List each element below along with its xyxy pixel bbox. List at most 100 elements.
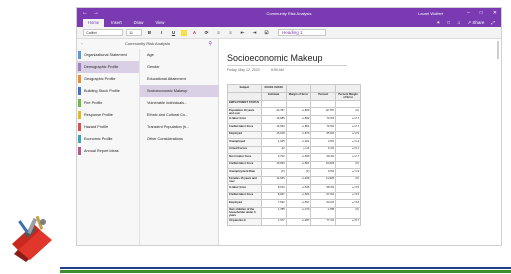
underline-button[interactable]: U [169, 30, 178, 35]
table-cell[interactable]: 70.6% [310, 115, 337, 124]
notebook-name[interactable]: Community Risk Analysis [77, 41, 218, 46]
table-cell[interactable]: +/-557 [285, 199, 312, 208]
tab-draw[interactable]: Draw [129, 19, 149, 27]
bold-button[interactable]: B [145, 30, 154, 35]
table-cell[interactable]: +/-287 [285, 217, 312, 227]
table-header-cell[interactable]: Margin of Error [285, 91, 312, 101]
page-item[interactable]: Socioeconomic Makeup [140, 85, 219, 97]
table-cell[interactable]: Employed [227, 130, 262, 140]
table-cell[interactable]: EMPLOYMENT STATUS [227, 99, 262, 109]
table-cell[interactable]: Not in labor force [227, 153, 262, 162]
maximize-icon[interactable]: □ [480, 10, 483, 16]
table-cell[interactable]: 6.5% [310, 168, 337, 177]
table-cell[interactable] [310, 99, 337, 109]
table-cell[interactable]: +/-370 [285, 206, 312, 219]
table-cell[interactable] [260, 99, 287, 109]
data-table[interactable]: Subject XXXXX XXXXX Estimate Margin of Erro… [227, 84, 361, 227]
page-item[interactable]: Other Considerations [140, 133, 219, 145]
table-cell[interactable]: +/-564 [285, 191, 312, 201]
table-header-cell[interactable]: Percent [310, 91, 337, 101]
page-title[interactable]: Socioeconomic Makeup [227, 53, 323, 63]
table-cell[interactable]: +/-861 [285, 160, 312, 170]
table-header-cell[interactable] [310, 84, 337, 93]
section-item[interactable]: Demographic Profile [77, 61, 139, 73]
section-item[interactable]: Geographic Profile [77, 73, 139, 85]
table-cell[interactable]: Civilian labor force [227, 160, 262, 170]
table-header-cell[interactable] [227, 91, 262, 101]
table-cell[interactable]: +/-862 [285, 115, 312, 124]
table-cell[interactable]: 77.1% [310, 217, 337, 227]
table-cell[interactable]: 7,632 [260, 199, 287, 208]
table-cell[interactable]: 11,925 [310, 175, 337, 186]
table-cell[interactable]: 1,045 [260, 138, 287, 147]
table-cell[interactable]: 4.6% [310, 138, 337, 147]
table-header-cell[interactable]: Subject [227, 84, 262, 93]
table-cell[interactable]: (X) [335, 160, 361, 170]
table-cell[interactable]: 16,063 [260, 123, 287, 132]
table-cell[interactable]: Civilian labor force [227, 123, 262, 132]
table-cell[interactable]: Females 16 years and over [227, 175, 262, 186]
highlight-icon[interactable] [181, 29, 187, 36]
table-cell[interactable]: (X) [335, 206, 361, 219]
bell-icon[interactable]: ♫ [457, 20, 460, 26]
table-cell[interactable]: +/-3.5 [335, 184, 361, 193]
indent-icon[interactable]: ⇥ [250, 30, 259, 36]
table-cell[interactable]: Employed [227, 199, 262, 208]
style-select[interactable]: Heading 1 [278, 29, 326, 36]
table-cell[interactable]: 64.0% [310, 199, 337, 208]
table-cell[interactable]: +/-9.7 [335, 217, 361, 227]
table-cell[interactable]: +/-1.9 [335, 168, 361, 177]
user-name[interactable]: Laurel Wolfert [418, 11, 443, 16]
table-cell[interactable]: (X) [285, 168, 312, 177]
table-cell[interactable]: +/-861 [285, 123, 312, 132]
table-cell[interactable]: 0.1% [310, 145, 337, 155]
table-cell[interactable]: +/-660 [285, 107, 312, 117]
table-cell[interactable]: 65.9% [310, 130, 337, 140]
search-icon[interactable]: ⚲ [208, 41, 212, 47]
tab-insert[interactable]: Insert [106, 19, 126, 27]
expand-icon[interactable]: ⤢ [491, 20, 495, 26]
outdent-icon[interactable]: ⇤ [238, 30, 247, 36]
table-cell[interactable]: Unemployed [227, 138, 262, 147]
table-cell[interactable]: (X) [260, 168, 287, 177]
section-item[interactable]: Organizational Statement [77, 49, 139, 61]
page-item[interactable]: Transient Population (h... [140, 121, 219, 133]
clear-format-icon[interactable]: ⟳ [202, 30, 211, 36]
table-cell[interactable]: +/-0.1 [335, 145, 361, 155]
table-header-cell[interactable]: Percent Margin of Error [335, 91, 361, 101]
notification-icon[interactable]: □ [447, 20, 450, 26]
table-cell[interactable]: 22,787 [310, 107, 337, 117]
table-header-cell[interactable]: XXXXX XXXXX [260, 84, 287, 93]
section-item[interactable]: Building Stock Profile [77, 85, 139, 97]
font-family-select[interactable]: Calibri [83, 29, 123, 36]
table-cell[interactable]: +/-2.9 [335, 130, 361, 140]
table-header-cell[interactable] [335, 84, 361, 93]
table-cell[interactable] [285, 99, 312, 109]
numbered-list-icon[interactable]: ≡ [226, 30, 235, 35]
table-cell[interactable]: 67.9% [310, 191, 337, 201]
todo-tag-icon[interactable]: ☑ [262, 30, 271, 36]
page-item[interactable]: Age [140, 49, 219, 61]
bullet-list-icon[interactable]: ≡ [214, 30, 223, 35]
table-cell[interactable]: 16,063 [260, 160, 287, 170]
section-item[interactable]: Fire Profile [77, 97, 139, 109]
table-cell[interactable]: +/-870 [285, 130, 312, 140]
page-item[interactable]: Vulnerable Individuals... [140, 97, 219, 109]
table-cell[interactable]: 22,787 [260, 107, 287, 117]
table-cell[interactable]: 68.4% [310, 184, 337, 193]
table-cell[interactable]: 29.4% [310, 153, 337, 162]
table-cell[interactable]: +/-1.4 [335, 138, 361, 147]
page-item[interactable]: Gender [140, 61, 219, 73]
table-cell[interactable]: +/-469 [285, 175, 312, 186]
share-button[interactable]: ↗ Share [467, 20, 484, 26]
tab-view[interactable]: View [150, 19, 169, 27]
table-cell[interactable]: All parents in [227, 217, 262, 227]
section-item[interactable]: Annual Report Ideas [77, 145, 139, 157]
table-cell[interactable]: 8,153 [260, 184, 287, 193]
table-cell[interactable]: 22 [260, 145, 287, 155]
table-cell[interactable]: In labor force [227, 184, 262, 193]
table-cell[interactable]: 6,702 [260, 153, 287, 162]
lightbulb-icon[interactable]: ☀ [436, 20, 440, 26]
close-icon[interactable]: ✕ [493, 10, 497, 16]
table-cell[interactable]: In labor force [227, 115, 262, 124]
